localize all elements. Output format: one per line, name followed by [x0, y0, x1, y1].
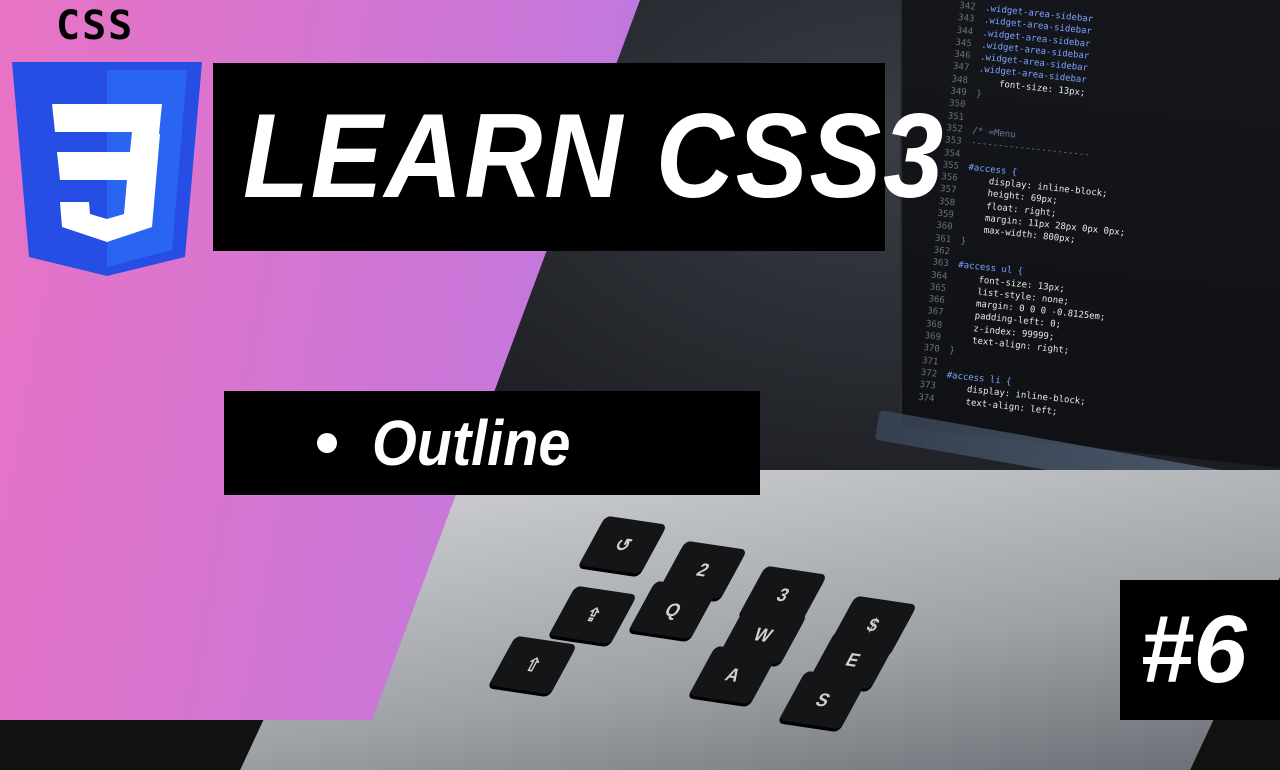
page-title: LEARN CSS3	[243, 89, 946, 223]
css3-shield-icon	[12, 62, 202, 276]
code-text: }	[960, 236, 967, 247]
topic-label: Outline	[372, 407, 571, 479]
title-banner: LEARN CSS3	[213, 63, 943, 251]
keyboard-key: A	[688, 645, 778, 705]
keyboard-key: S	[778, 670, 868, 730]
keyboard-key: ↺	[578, 515, 668, 575]
code-text: }	[975, 89, 983, 100]
keyboard-key: ⇪	[548, 585, 638, 645]
code-editor: 342 .widget-area-sidebar 343 .widget-area-s…	[916, 0, 1278, 451]
keyboard-key: ⇧	[488, 635, 578, 695]
css-logo-text: CSS	[56, 3, 135, 49]
keyboard-key: Q	[628, 580, 718, 640]
episode-number: #6	[1140, 596, 1247, 703]
line-number: 374	[917, 392, 935, 404]
topic-banner: Outline	[224, 391, 760, 495]
episode-banner: #6	[1120, 580, 1280, 720]
bullet-icon	[317, 433, 337, 453]
code-text: }	[948, 346, 956, 357]
